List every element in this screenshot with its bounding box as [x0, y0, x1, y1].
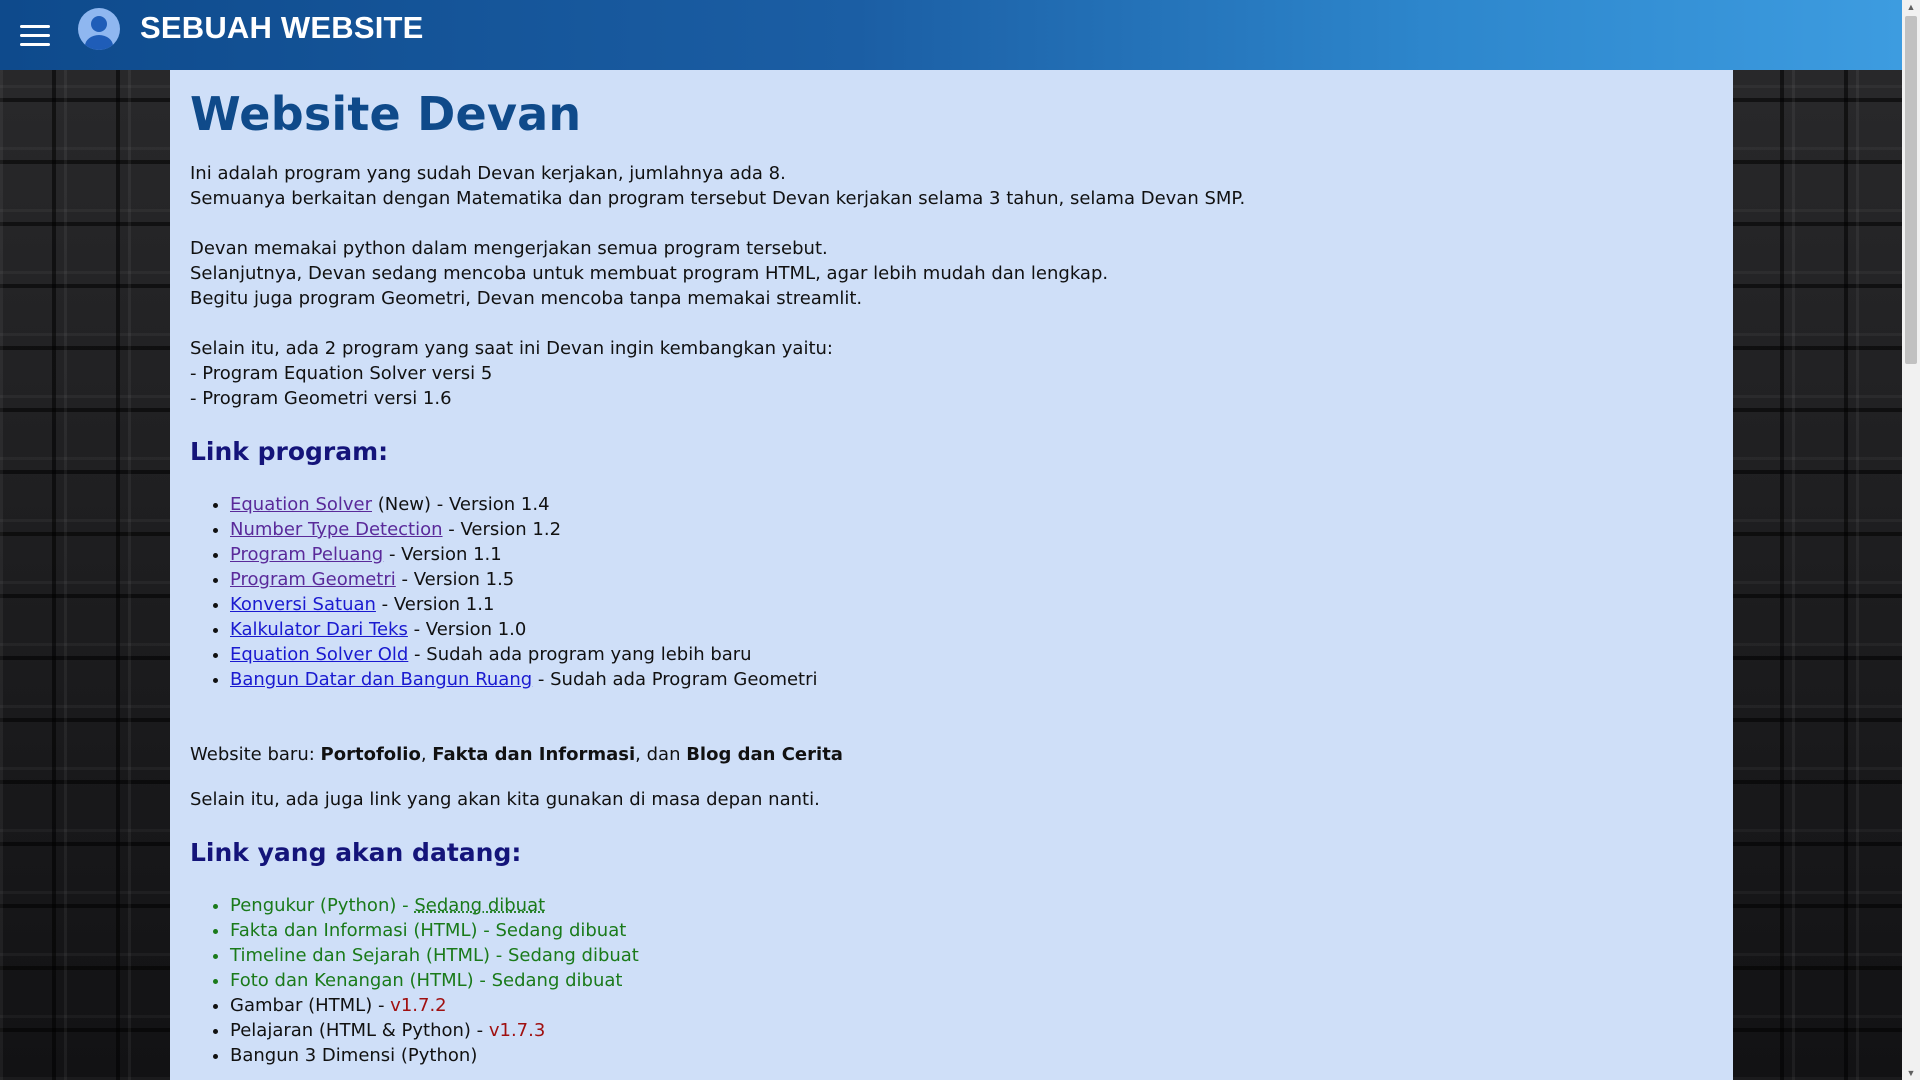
upcoming-item-label: Gambar (HTML) - — [230, 994, 391, 1016]
upcoming-item-label: Pelajaran (HTML & Python) - — [230, 1019, 489, 1041]
vertical-scrollbar[interactable]: ▲ ▼ — [1902, 0, 1920, 1080]
program-peluang-link[interactable]: Program Peluang — [230, 544, 383, 565]
program-version: - Version 1.1 — [375, 593, 495, 615]
upcoming-item-fakta: Fakta dan Informasi (HTML) - Sedang dibu… — [230, 918, 1713, 943]
intro-paragraph: Ini adalah program yang sudah Devan kerj… — [190, 161, 1713, 211]
equation-solver-link[interactable]: Equation Solver — [230, 494, 372, 515]
upcoming-item-timeline: Timeline dan Sejarah (HTML) - Sedang dib… — [230, 943, 1713, 968]
bangun-datar-ruang-link[interactable]: Bangun Datar dan Bangun Ruang — [230, 669, 532, 690]
upcoming-item-label: Pengukur (Python) - — [230, 894, 415, 916]
user-avatar-icon[interactable] — [78, 8, 120, 50]
program-list-item: Program Peluang - Version 1.1 — [230, 542, 1713, 567]
new-website-line: Website baru: Portofolio, Fakta dan Info… — [190, 742, 1713, 767]
new-website-prefix: Website baru: — [190, 743, 321, 765]
blog-cerita-label: Blog dan Cerita — [686, 743, 843, 765]
program-list-item: Konversi Satuan - Version 1.1 — [230, 592, 1713, 617]
kalkulator-dari-teks-link[interactable]: Kalkulator Dari Teks — [230, 619, 408, 640]
upcoming-heading: Link yang akan datang: — [190, 837, 522, 867]
python-line: Selanjutnya, Devan sedang mencoba untuk … — [190, 262, 1109, 284]
program-version: - Version 1.2 — [442, 518, 562, 540]
program-version: - Sudah ada program yang lebih baru — [408, 643, 752, 665]
python-line: Begitu juga program Geometri, Devan menc… — [190, 287, 863, 309]
program-version: - Version 1.0 — [407, 618, 527, 640]
upcoming-item-foto: Foto dan Kenangan (HTML) - Sedang dibuat — [230, 968, 1713, 993]
version-badge: v1.7.3 — [488, 1019, 546, 1041]
link-program-heading: Link program: — [190, 436, 389, 466]
program-list-item: Program Geometri - Version 1.5 — [230, 567, 1713, 592]
intro-line: Semuanya berkaitan dengan Matematika dan… — [190, 187, 1246, 209]
top-navigation-bar: SEBUAH WEBSITE — [0, 0, 1902, 70]
scroll-down-arrow-icon[interactable]: ▼ — [1902, 1066, 1920, 1080]
upcoming-list: Pengukur (Python) - Sedang dibuat Fakta … — [190, 893, 1713, 1068]
program-version: - Version 1.1 — [383, 543, 502, 565]
develop-line: - Program Geometri versi 1.6 — [190, 387, 452, 409]
separator: , dan — [635, 743, 687, 765]
program-list: Equation Solver (New) - Version 1.4 Numb… — [190, 492, 1713, 692]
program-version: (New) - Version 1.4 — [372, 493, 550, 515]
future-note: Selain itu, ada juga link yang akan kita… — [190, 788, 820, 810]
develop-line: Selain itu, ada 2 program yang saat ini … — [190, 337, 833, 359]
python-paragraph: Devan memakai python dalam mengerjakan s… — [190, 236, 1713, 311]
konversi-satuan-link[interactable]: Konversi Satuan — [230, 594, 376, 615]
sedang-dibuat-link[interactable]: Sedang dibuat — [414, 895, 545, 916]
version-badge: v1.7.2 — [390, 994, 447, 1016]
program-list-item: Kalkulator Dari Teks - Version 1.0 — [230, 617, 1713, 642]
program-list-item: Equation Solver Old - Sudah ada program … — [230, 642, 1713, 667]
person-silhouette-icon — [85, 16, 113, 50]
program-geometri-link[interactable]: Program Geometri — [230, 569, 396, 590]
intro-line: Ini adalah program yang sudah Devan kerj… — [190, 162, 786, 184]
program-list-item: Number Type Detection - Version 1.2 — [230, 517, 1713, 542]
site-title[interactable]: SEBUAH WEBSITE — [140, 10, 424, 46]
scroll-up-arrow-icon[interactable]: ▲ — [1902, 0, 1920, 14]
number-type-detection-link[interactable]: Number Type Detection — [230, 519, 443, 540]
program-version: - Sudah ada Program Geometri — [532, 668, 818, 690]
develop-line: - Program Equation Solver versi 5 — [190, 362, 493, 384]
page-title: Website Devan — [190, 87, 582, 141]
main-content: Website Devan Ini adalah program yang su… — [170, 70, 1733, 1080]
python-line: Devan memakai python dalam mengerjakan s… — [190, 237, 828, 259]
program-list-item: Equation Solver (New) - Version 1.4 — [230, 492, 1713, 517]
upcoming-item-gambar: Gambar (HTML) - v1.7.2 — [230, 993, 1713, 1018]
upcoming-item-bangun3d: Bangun 3 Dimensi (Python) — [230, 1043, 1713, 1068]
separator: , — [420, 743, 433, 765]
program-list-item: Bangun Datar dan Bangun Ruang - Sudah ad… — [230, 667, 1713, 692]
equation-solver-old-link[interactable]: Equation Solver Old — [230, 644, 408, 665]
develop-paragraph: Selain itu, ada 2 program yang saat ini … — [190, 336, 1713, 411]
hamburger-menu-icon[interactable] — [20, 25, 50, 47]
portofolio-label: Portofolio — [320, 743, 421, 765]
fakta-informasi-label: Fakta dan Informasi — [432, 743, 636, 765]
upcoming-item-pelajaran: Pelajaran (HTML & Python) - v1.7.3 — [230, 1018, 1713, 1043]
scrollbar-thumb[interactable] — [1905, 16, 1917, 364]
program-version: - Version 1.5 — [395, 568, 515, 590]
upcoming-item-pengukur: Pengukur (Python) - Sedang dibuat — [230, 893, 1713, 918]
